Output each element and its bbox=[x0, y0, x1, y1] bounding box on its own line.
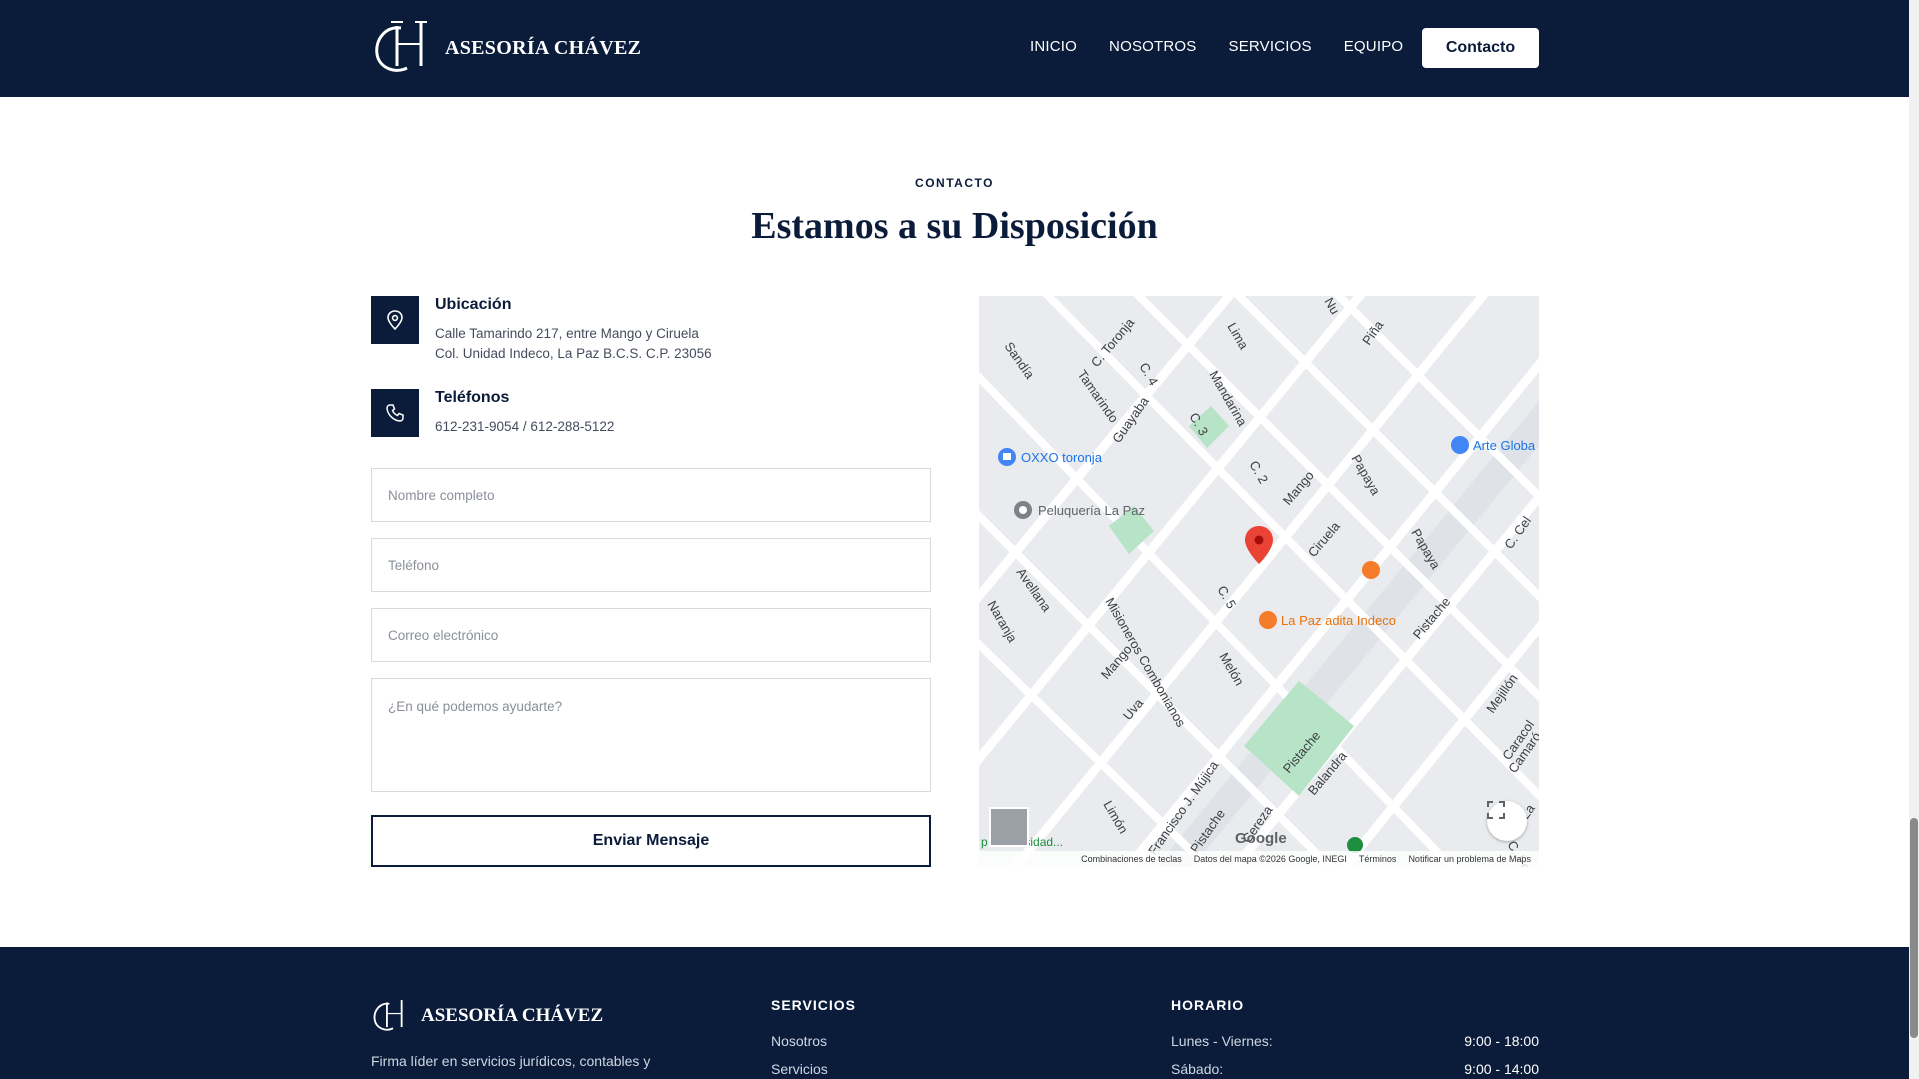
footer-brand[interactable]: ASESORÍA CHÁVEZ bbox=[371, 998, 603, 1034]
phones-numbers: 612-231-9054 / 612-288-5122 bbox=[435, 419, 615, 434]
nav-link-nosotros[interactable]: NOSOTROS bbox=[1109, 38, 1196, 55]
footer-link-nosotros[interactable]: Nosotros bbox=[771, 1033, 827, 1049]
arte-label: Arte Globa bbox=[1473, 438, 1536, 453]
footer-monogram-icon bbox=[373, 1000, 403, 1031]
nav-links: INICIO NOSOTROS SERVICIOS EQUIPO bbox=[1030, 38, 1435, 55]
map-report-link[interactable]: Notificar un problema de Maps bbox=[1408, 854, 1531, 864]
footer-link-servicios[interactable]: Servicios bbox=[771, 1061, 828, 1077]
message-textarea[interactable]: ¿En qué podemos ayudarte? bbox=[371, 678, 931, 792]
location-map[interactable]: Lima Nu Piña C. Toronja Sandía C. 4 Tama… bbox=[979, 296, 1539, 867]
brand-monogram-icon bbox=[375, 21, 427, 72]
email-input[interactable]: Correo electrónico bbox=[371, 608, 931, 662]
send-message-button[interactable]: Enviar Mensaje bbox=[371, 815, 931, 867]
phones-info: Teléfonos 612-231-9054 / 612-288-5122 bbox=[371, 389, 614, 437]
location-title: Ubicación bbox=[435, 296, 512, 313]
location-address-line1: Calle Tamarindo 217, entre Mango y Cirue… bbox=[435, 326, 699, 341]
nav-link-equipo[interactable]: EQUIPO bbox=[1344, 38, 1404, 55]
map-canvas: Lima Nu Piña C. Toronja Sandía C. 4 Tama… bbox=[979, 296, 1539, 867]
footer-brand-name: ASESORÍA CHÁVEZ bbox=[421, 1005, 604, 1026]
phones-title: Teléfonos bbox=[435, 389, 510, 406]
name-input[interactable]: Nombre completo bbox=[371, 468, 931, 522]
hours-row: Lunes - Viernes: 9:00 - 18:00 bbox=[1171, 1033, 1539, 1049]
footer-hours-heading: HORARIO bbox=[1171, 997, 1245, 1013]
map-footer: Combinaciones de teclas Datos del mapa ©… bbox=[979, 851, 1539, 867]
brand-name: ASESORÍA CHÁVEZ bbox=[445, 36, 642, 59]
location-info: Ubicación Calle Tamarindo 217, entre Man… bbox=[371, 296, 712, 364]
hours-time: 9:00 - 14:00 bbox=[1464, 1061, 1539, 1077]
scrollbar-thumb[interactable] bbox=[1910, 818, 1918, 1038]
brand-logo-link[interactable]: ASESORÍA CHÁVEZ bbox=[371, 20, 641, 76]
phone-icon bbox=[371, 389, 419, 437]
nav-link-inicio[interactable]: INICIO bbox=[1030, 38, 1077, 55]
map-terms-link[interactable]: Términos bbox=[1359, 854, 1397, 864]
peluqueria-label: Peluquería La Paz bbox=[1038, 503, 1145, 518]
arte-poi[interactable]: Arte Globa bbox=[1451, 436, 1536, 454]
page-scrollbar[interactable] bbox=[1909, 0, 1919, 1079]
top-navbar: ASESORÍA CHÁVEZ INICIO NOSOTROS SERVICIO… bbox=[0, 0, 1909, 97]
footer-description: Firma líder en servicios jurídicos, cont… bbox=[371, 1053, 651, 1069]
fullscreen-icon bbox=[1487, 801, 1505, 819]
section-title: Estamos a su Disposición bbox=[751, 205, 1158, 247]
google-logo: Google bbox=[1235, 830, 1287, 847]
phone-input[interactable]: Teléfono bbox=[371, 538, 931, 592]
location-address-line2: Col. Unidad Indeco, La Paz B.C.S. C.P. 2… bbox=[435, 346, 712, 361]
section-eyebrow: CONTACTO bbox=[915, 176, 994, 190]
footer-services-heading: SERVICIOS bbox=[771, 997, 856, 1013]
map-satellite-toggle[interactable] bbox=[989, 807, 1029, 847]
nav-link-servicios[interactable]: SERVICIOS bbox=[1229, 38, 1312, 55]
footer bbox=[0, 947, 1909, 1079]
food-poi-icon[interactable] bbox=[1362, 561, 1380, 579]
contact-button[interactable]: Contacto bbox=[1422, 28, 1539, 68]
restaurant-label: La Paz adita Indeco bbox=[1281, 613, 1396, 628]
hours-day: Lunes - Viernes: bbox=[1171, 1033, 1273, 1049]
oxxo-label: OXXO toronja bbox=[1021, 450, 1103, 465]
hours-time: 9:00 - 18:00 bbox=[1464, 1033, 1539, 1049]
hours-day: Sábado: bbox=[1171, 1061, 1224, 1077]
map-pin-icon bbox=[371, 296, 419, 344]
hours-row: Sábado: 9:00 - 14:00 bbox=[1171, 1061, 1539, 1077]
map-shortcuts-link[interactable]: Combinaciones de teclas bbox=[1081, 854, 1182, 864]
map-fullscreen-button[interactable] bbox=[1487, 801, 1527, 841]
map-data-text: Datos del mapa ©2026 Google, INEGI bbox=[1193, 854, 1347, 864]
